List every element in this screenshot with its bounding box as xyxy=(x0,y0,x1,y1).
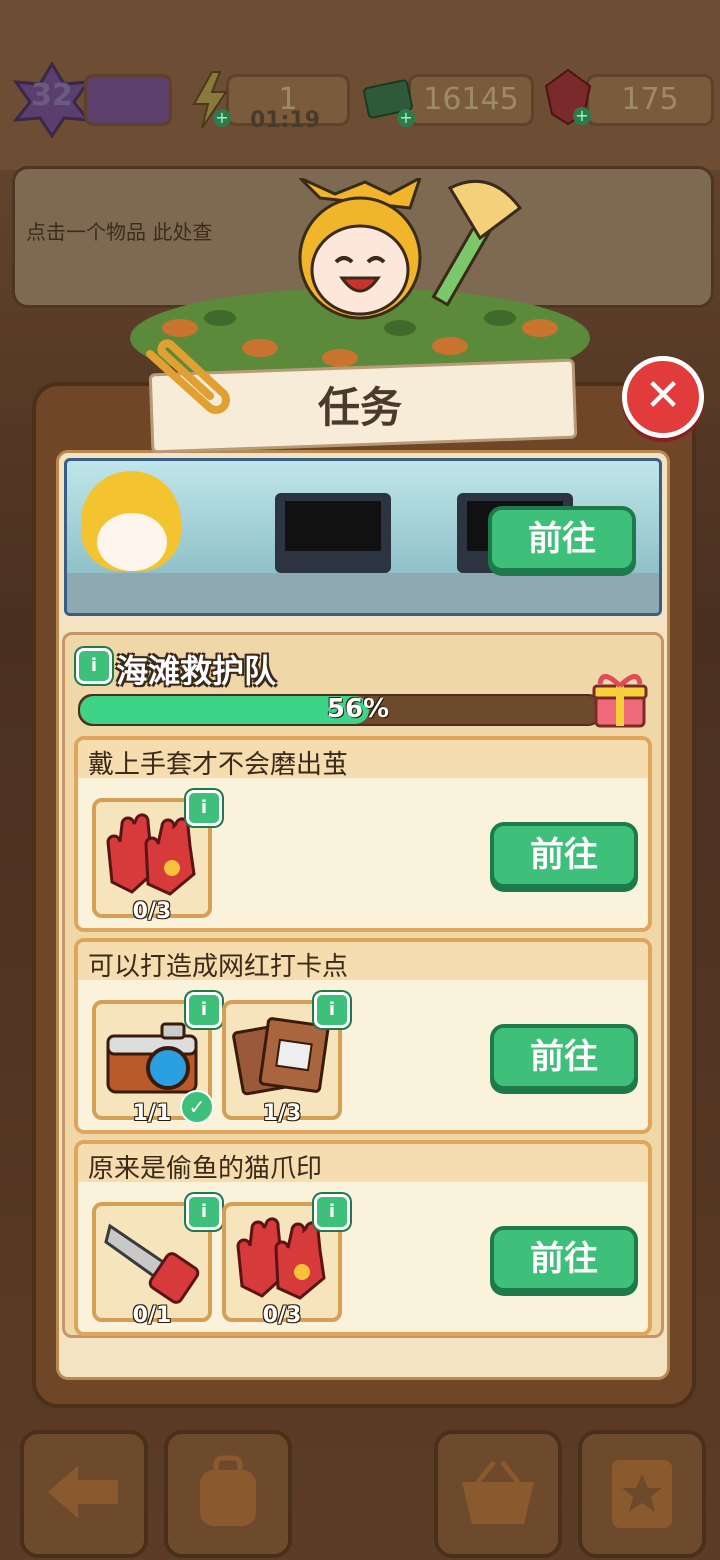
cash-stack-icon: + xyxy=(363,79,415,127)
gloves-icon xyxy=(106,813,196,896)
cash-counter[interactable]: 16145 xyxy=(408,74,534,126)
task-title: 原来是偷鱼的猫爪印 xyxy=(88,1154,323,1184)
item-count: 0/3 xyxy=(132,899,172,924)
team-name: 海滩救护队 xyxy=(116,652,277,690)
svg-text:+: + xyxy=(399,108,412,127)
item-info-icon[interactable]: i xyxy=(186,1194,222,1230)
camera-icon xyxy=(106,1022,198,1094)
close-button[interactable]: ✕ xyxy=(622,356,704,438)
star-card-icon xyxy=(612,1460,672,1528)
banner-go-button[interactable]: 前往 xyxy=(488,506,636,572)
task-card: 可以打造成网红打卡点 1/1 ✓ i 1/3 i 前往 xyxy=(74,938,652,1134)
task-card: 原来是偷鱼的猫爪印 0/1 i 0/3 i 前往 xyxy=(74,1140,652,1336)
item-count: 0/1 xyxy=(132,1303,172,1328)
gem-value: 175 xyxy=(621,82,679,117)
dialog-title: 任务 xyxy=(317,383,402,432)
gift-box-icon[interactable] xyxy=(592,670,648,730)
task-title: 戴上手套才不会磨出茧 xyxy=(88,750,349,780)
team-info-icon[interactable]: i xyxy=(76,648,112,684)
basket-icon xyxy=(462,1460,534,1524)
back-button[interactable] xyxy=(20,1430,148,1558)
task-go-button[interactable]: 前往 xyxy=(490,1024,638,1090)
arrow-left-icon xyxy=(48,1466,118,1518)
energy-timer: 01:19 xyxy=(249,108,321,133)
hero-face-illustration xyxy=(97,513,167,571)
team-progress-label: 56% xyxy=(326,694,390,724)
backpack-button[interactable] xyxy=(164,1430,292,1558)
backpack-icon xyxy=(200,1455,256,1526)
item-info-icon[interactable]: i xyxy=(186,790,222,826)
gem-counter[interactable]: 175 xyxy=(586,74,714,126)
xp-bar xyxy=(84,74,172,126)
task-go-button[interactable]: 前往 xyxy=(490,1226,638,1292)
item-count: 0/3 xyxy=(262,1303,302,1328)
close-icon: ✕ xyxy=(644,370,682,421)
task-title: 可以打造成网红打卡点 xyxy=(88,952,349,982)
cash-value: 16145 xyxy=(423,82,519,117)
treadmill-illustration xyxy=(275,493,391,573)
ruby-icon: + xyxy=(544,68,592,126)
task-go-button[interactable]: 前往 xyxy=(490,822,638,888)
item-info-icon[interactable]: i xyxy=(186,992,222,1028)
task-card: 戴上手套才不会磨出茧 0/3 i 前往 xyxy=(74,736,652,932)
collection-button[interactable] xyxy=(578,1430,706,1558)
item-info-icon[interactable]: i xyxy=(314,992,350,1028)
svg-text:+: + xyxy=(575,106,588,125)
item-info-icon[interactable]: i xyxy=(314,1194,350,1230)
level-value: 32 xyxy=(31,78,73,113)
checkmark-icon: ✓ xyxy=(180,1090,214,1124)
basket-button[interactable] xyxy=(434,1430,562,1558)
scene-floor xyxy=(67,573,659,613)
item-count: 1/3 xyxy=(262,1101,302,1126)
